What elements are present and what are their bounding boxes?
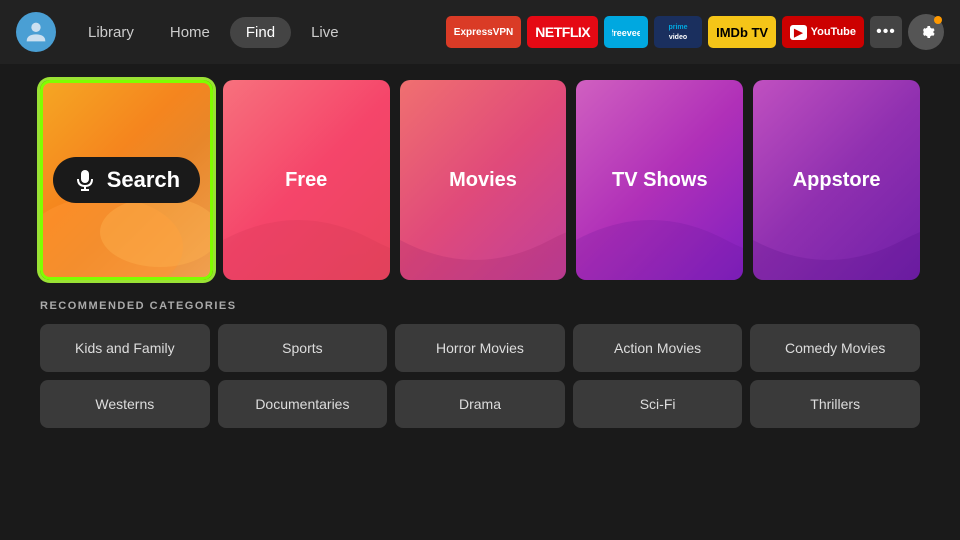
category-thrillers[interactable]: Thrillers [750, 380, 920, 428]
settings-button[interactable] [908, 14, 944, 50]
category-sci-fi[interactable]: Sci-Fi [573, 380, 743, 428]
tiles-row: Search Free Movies TV Shows Appstore [40, 80, 920, 280]
app-imdb[interactable]: IMDb TV [708, 16, 776, 48]
category-horror-movies[interactable]: Horror Movies [395, 324, 565, 372]
nav-find[interactable]: Find [230, 17, 291, 48]
tile-movies[interactable]: Movies [400, 80, 567, 280]
tile-search[interactable]: Search [40, 80, 213, 280]
tile-free[interactable]: Free [223, 80, 390, 280]
category-westerns[interactable]: Westerns [40, 380, 210, 428]
app-icons: ExpressVPN NETFLIX freevee prime video I… [446, 14, 944, 50]
category-kids-family[interactable]: Kids and Family [40, 324, 210, 372]
tile-tvshows-label: TV Shows [612, 169, 708, 192]
nav-live[interactable]: Live [295, 17, 355, 48]
categories-grid: Kids and Family Sports Horror Movies Act… [40, 324, 920, 428]
nav-items: Library Home Find Live [72, 17, 355, 48]
tile-movies-label: Movies [449, 169, 517, 192]
settings-notification-dot [934, 16, 942, 24]
main-content: Search Free Movies TV Shows Appstore [0, 64, 960, 444]
app-netflix[interactable]: NETFLIX [527, 16, 598, 48]
nav-library[interactable]: Library [72, 17, 150, 48]
category-drama[interactable]: Drama [395, 380, 565, 428]
category-documentaries[interactable]: Documentaries [218, 380, 388, 428]
category-sports[interactable]: Sports [218, 324, 388, 372]
nav-home[interactable]: Home [154, 17, 226, 48]
app-youtube[interactable]: ▶ YouTube [782, 16, 864, 48]
avatar[interactable] [16, 12, 56, 52]
svg-text:prime: prime [669, 24, 688, 31]
tile-free-label: Free [285, 169, 327, 192]
category-action-movies[interactable]: Action Movies [573, 324, 743, 372]
more-button[interactable]: ••• [870, 16, 902, 48]
svg-text:video: video [669, 34, 687, 41]
categories-section-title: RECOMMENDED CATEGORIES [40, 300, 920, 312]
header: Library Home Find Live ExpressVPN NETFLI… [0, 0, 960, 64]
app-expressvpn[interactable]: ExpressVPN [446, 16, 521, 48]
microphone-icon [73, 168, 97, 192]
search-pill[interactable]: Search [53, 157, 200, 203]
tile-tvshows[interactable]: TV Shows [576, 80, 743, 280]
search-label: Search [107, 167, 180, 193]
category-comedy-movies[interactable]: Comedy Movies [750, 324, 920, 372]
tile-appstore-label: Appstore [793, 169, 881, 192]
tile-appstore[interactable]: Appstore [753, 80, 920, 280]
app-prime[interactable]: prime video [654, 16, 702, 48]
app-freevee[interactable]: freevee [604, 16, 648, 48]
svg-text:freevee: freevee [612, 28, 640, 38]
